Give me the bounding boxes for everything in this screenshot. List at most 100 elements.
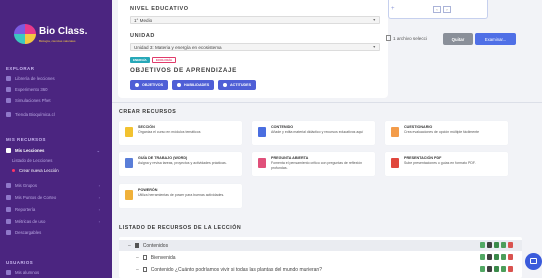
unidad-select[interactable]: Unidad 3: Materia y energía en ecosistem… bbox=[130, 43, 380, 51]
cloud-icon[interactable] bbox=[501, 242, 506, 248]
sidebar-item-metricas[interactable]: Métricas de uso › bbox=[6, 217, 106, 226]
plus-icon: + bbox=[391, 6, 395, 12]
sidebar-subitem-listado[interactable]: Listado de Lecciones bbox=[12, 156, 106, 165]
resource-card-guia[interactable]: GUÍA DE TRABAJO (WORD) Asigna y revisa t… bbox=[119, 152, 242, 176]
collapse-icon[interactable]: – bbox=[136, 267, 139, 273]
skill-icon bbox=[177, 83, 181, 87]
chevron-down-icon: ▼ bbox=[372, 18, 376, 22]
list-row-bienvenida[interactable]: – Bienvenida bbox=[119, 252, 522, 263]
folder-icon bbox=[134, 243, 139, 248]
question-icon bbox=[258, 158, 266, 168]
pdf-icon bbox=[391, 158, 399, 168]
section-mis-recursos: MIS RECURSOS bbox=[6, 137, 46, 142]
chat-button[interactable] bbox=[525, 253, 542, 270]
upload-panel: + ‹ › bbox=[378, 0, 528, 24]
tag-energia[interactable]: ENERGÍA bbox=[130, 57, 150, 63]
points-icon bbox=[6, 195, 11, 200]
lock-icon[interactable] bbox=[494, 266, 499, 272]
metrics-icon bbox=[6, 219, 11, 224]
image-drop-area[interactable]: + ‹ › bbox=[388, 0, 488, 19]
chat-icon bbox=[530, 258, 537, 264]
edit-icon[interactable] bbox=[480, 242, 485, 248]
resource-card-pdf[interactable]: PRESENTACIÓN PDF Sube presentaciones o g… bbox=[385, 152, 508, 176]
habilidades-button[interactable]: HABILIDADES bbox=[172, 80, 215, 90]
monitor-icon bbox=[6, 98, 11, 103]
resource-card-seccion[interactable]: SECCIÓN Organiza el curso en módulos tem… bbox=[119, 121, 242, 145]
sidebar-item-alumnos[interactable]: Mis alumnos bbox=[6, 268, 106, 277]
sidebar-item-puntos[interactable]: Mis Puntos de Corteo › bbox=[6, 193, 106, 202]
bioclass-logo[interactable]: Bio Class. Biología, ciencias naturales bbox=[14, 22, 98, 48]
cloud-icon[interactable] bbox=[501, 266, 506, 272]
row-actions bbox=[480, 266, 513, 272]
examinar-button[interactable]: Examinar... bbox=[475, 33, 516, 45]
eye-icon[interactable] bbox=[487, 242, 492, 248]
nivel-select[interactable]: 1° Medio ▼ bbox=[130, 16, 380, 24]
logo-text: Bio Class. bbox=[39, 26, 88, 37]
row-actions bbox=[480, 254, 513, 260]
edit-icon[interactable] bbox=[480, 254, 485, 260]
crear-recursos-title: CREAR RECURSOS bbox=[119, 109, 177, 115]
cloud-icon[interactable] bbox=[501, 254, 506, 260]
collapse-icon[interactable]: – bbox=[136, 255, 139, 261]
listado-title: LISTADO DE RECURSOS DE LA LECCIÓN bbox=[119, 225, 242, 231]
lock-icon[interactable] bbox=[494, 242, 499, 248]
chevron-down-icon: ▼ bbox=[372, 45, 376, 49]
sidebar-item-experimento[interactable]: Experimento 360 bbox=[6, 85, 106, 94]
download-icon bbox=[6, 230, 11, 235]
list-row-contenidos[interactable]: – Contenidos bbox=[119, 240, 522, 251]
next-icon[interactable]: › bbox=[443, 6, 451, 13]
eye-icon[interactable] bbox=[487, 254, 492, 260]
active-dot-icon bbox=[12, 169, 15, 172]
edit-icon[interactable] bbox=[480, 266, 485, 272]
sidebar-item-grupos[interactable]: Mis Grupos › bbox=[6, 181, 106, 190]
nivel-label: NIVEL EDUCATIVO bbox=[130, 6, 189, 12]
sidebar-item-mis-lecciones[interactable]: Mis Lecciones ⌄ bbox=[6, 146, 106, 155]
collapse-icon[interactable]: – bbox=[128, 243, 131, 249]
quiz-icon bbox=[391, 127, 399, 137]
chevron-right-icon: › bbox=[98, 195, 100, 200]
group-icon bbox=[6, 183, 11, 188]
chevron-right-icon: › bbox=[98, 207, 100, 212]
quitar-button[interactable]: Quitar bbox=[443, 33, 473, 45]
file-icon bbox=[386, 35, 391, 41]
section-divider bbox=[112, 102, 542, 103]
resource-card-poweron[interactable]: POWERÓN Utiliza herramientas de power pa… bbox=[119, 184, 242, 208]
users-icon bbox=[6, 270, 11, 275]
sidebar-subitem-crear-leccion[interactable]: Crear nueva Lección bbox=[12, 166, 106, 175]
sidebar-item-libreria[interactable]: Librería de lecciones bbox=[6, 74, 106, 83]
sidebar-item-reporteria[interactable]: Reportería › bbox=[6, 205, 106, 214]
logo-tagline: Biología, ciencias naturales bbox=[39, 39, 76, 43]
sidebar-item-descargables[interactable]: Descargables bbox=[6, 228, 106, 237]
sidebar-item-tienda[interactable]: Tienda Bioquímica.cl bbox=[6, 110, 106, 119]
cube-icon bbox=[6, 87, 11, 92]
document-icon bbox=[142, 267, 147, 272]
prev-icon[interactable]: ‹ bbox=[433, 6, 441, 13]
unidad-label: UNIDAD bbox=[130, 33, 155, 39]
word-doc-icon bbox=[125, 158, 133, 168]
content-icon bbox=[258, 127, 266, 137]
eye-icon[interactable] bbox=[487, 266, 492, 272]
trash-icon[interactable] bbox=[508, 254, 513, 260]
lock-icon[interactable] bbox=[494, 254, 499, 260]
actitudes-button[interactable]: ACTITUDES bbox=[218, 80, 257, 90]
objetivos-label: OBJETIVOS DE APRENDIZAJE bbox=[130, 67, 237, 74]
report-icon bbox=[6, 207, 11, 212]
chevron-down-icon: ⌄ bbox=[96, 148, 100, 153]
lesson-icon bbox=[6, 148, 11, 153]
section-explorar: EXPLORAR bbox=[6, 66, 35, 71]
objetivos-button[interactable]: OBJETIVOS bbox=[130, 80, 169, 90]
resource-card-cuestionario[interactable]: CUESTIONARIO Crea evaluaciones de opción… bbox=[385, 121, 508, 145]
document-icon bbox=[142, 255, 147, 260]
book-icon bbox=[6, 76, 11, 81]
trash-icon[interactable] bbox=[508, 242, 513, 248]
row-actions bbox=[480, 242, 513, 248]
resource-card-pregunta[interactable]: PREGUNTA ABIERTA Fomenta el pensamiento … bbox=[252, 152, 375, 176]
tag-ecologia[interactable]: ECOLOGÍA bbox=[152, 57, 177, 63]
lesson-form-card: NIVEL EDUCATIVO 1° Medio ▼ UNIDAD Unidad … bbox=[118, 0, 388, 98]
resource-card-contenido[interactable]: CONTENIDO Añade y edita material didácti… bbox=[252, 121, 375, 145]
power-icon bbox=[125, 190, 133, 200]
section-usuarios: USUARIOS bbox=[6, 260, 34, 265]
list-row-contenido[interactable]: – Contenido ¿Cuánto podríamos vivir si t… bbox=[119, 264, 522, 275]
trash-icon[interactable] bbox=[508, 266, 513, 272]
sidebar-item-simulaciones[interactable]: Simulaciones Phet bbox=[6, 96, 106, 105]
